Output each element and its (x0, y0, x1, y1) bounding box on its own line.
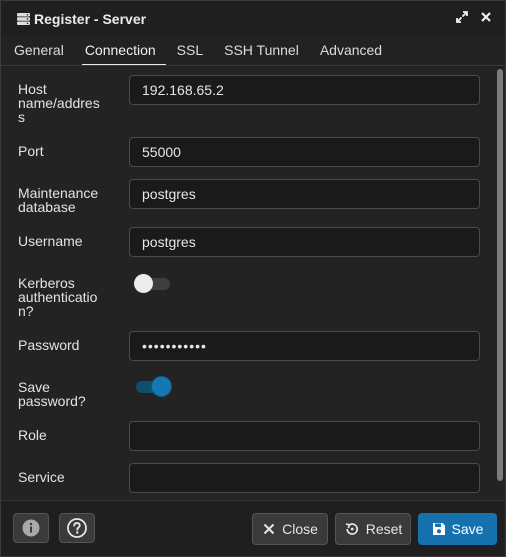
toggle-knob (152, 377, 171, 396)
save-button[interactable]: Save (418, 513, 497, 545)
dialog-title: Register - Server (34, 10, 147, 27)
role-input[interactable] (129, 421, 480, 451)
info-button[interactable] (13, 513, 49, 543)
floppy-disk-icon (432, 523, 445, 535)
save-password-label-line: password? (18, 393, 86, 409)
close-button[interactable]: Close (252, 513, 328, 545)
save-button-label: Save (451, 521, 484, 537)
server-icon (17, 12, 30, 25)
host-label-line: s (18, 109, 25, 125)
password-input[interactable] (129, 331, 480, 361)
host-label-line: Host (18, 81, 47, 97)
close-x-icon (263, 523, 275, 535)
service-input[interactable] (129, 463, 480, 493)
save-password-label: Save password? (18, 380, 86, 408)
kerberos-label-line: n? (18, 303, 34, 319)
username-input[interactable] (129, 227, 480, 257)
username-label: Username (18, 233, 83, 249)
port-label: Port (18, 143, 44, 159)
host-label-line: name/addres (18, 95, 100, 111)
host-input[interactable] (129, 75, 480, 105)
save-password-label-line: Save (18, 379, 50, 395)
reset-button[interactable]: Reset (335, 513, 411, 545)
kerberos-label: Kerberos authenticatio n? (18, 276, 97, 318)
form-scrollbar[interactable] (495, 67, 505, 500)
toggle-knob (134, 274, 153, 293)
reset-icon (345, 523, 358, 535)
connection-form: Host name/addres s Port Maintenance data… (1, 67, 495, 500)
expand-icon[interactable] (455, 10, 469, 24)
help-icon (67, 518, 87, 538)
help-button[interactable] (59, 513, 95, 543)
register-server-dialog: Register - Server General Connection SSL… (0, 0, 506, 557)
service-label: Service (18, 469, 65, 485)
maintenance-db-label-line: database (18, 199, 76, 215)
role-label: Role (18, 427, 47, 443)
tab-ssh-tunnel[interactable]: SSH Tunnel (224, 36, 299, 66)
save-password-toggle[interactable] (134, 376, 172, 396)
kerberos-toggle[interactable] (134, 273, 172, 293)
port-input[interactable] (129, 137, 480, 167)
tab-divider (1, 65, 505, 66)
kerberos-label-line: Kerberos (18, 275, 75, 291)
tab-bar: General Connection SSL SSH Tunnel Advanc… (1, 36, 505, 66)
maintenance-db-label: Maintenance database (18, 186, 98, 214)
tab-advanced[interactable]: Advanced (320, 36, 382, 66)
maintenance-db-input[interactable] (129, 179, 480, 209)
tab-general[interactable]: General (14, 36, 64, 66)
kerberos-label-line: authenticatio (18, 289, 98, 305)
password-label: Password (18, 337, 80, 353)
tab-ssl[interactable]: SSL (177, 36, 203, 66)
host-label: Host name/addres s (18, 82, 100, 124)
title-bar[interactable]: Register - Server (1, 1, 505, 36)
maintenance-db-label-line: Maintenance (18, 185, 99, 201)
reset-button-label: Reset (365, 521, 403, 537)
close-button-label: Close (282, 521, 318, 537)
scrollbar-thumb[interactable] (497, 69, 503, 481)
info-icon (22, 519, 40, 537)
dialog-footer: Close Reset Save (1, 500, 505, 556)
close-icon[interactable] (479, 10, 493, 24)
tab-connection[interactable]: Connection (81, 36, 166, 66)
